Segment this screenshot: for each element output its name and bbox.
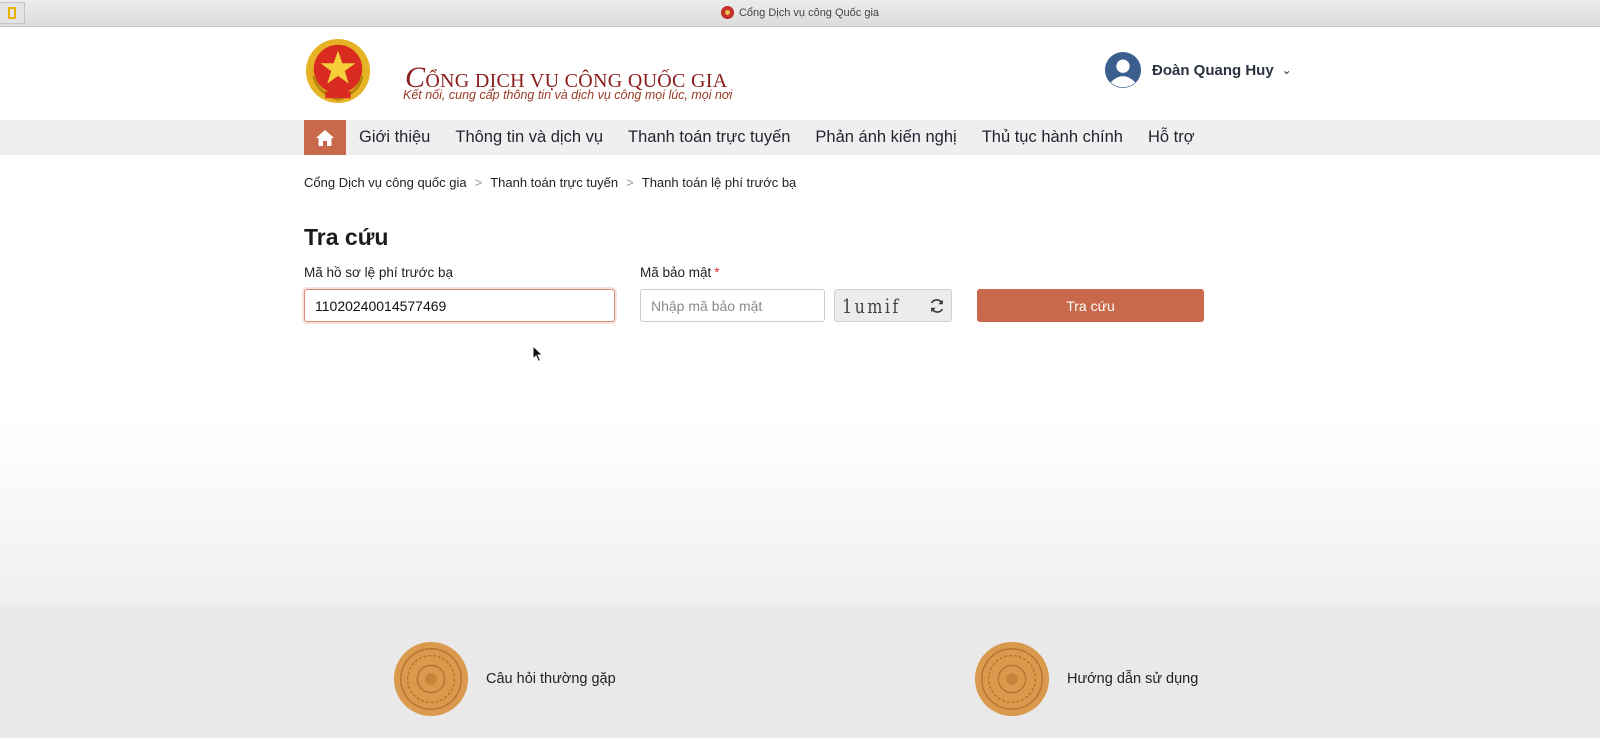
faq-link[interactable]: Câu hỏi thường gặp — [392, 640, 616, 718]
nav-item-thong-tin-dich-vu[interactable]: Thông tin và dịch vụ — [455, 128, 603, 147]
nav-item-thu-tuc[interactable]: Thủ tục hành chính — [982, 128, 1123, 147]
site-tagline: Kết nối, cung cấp thông tin và dịch vụ c… — [403, 88, 733, 102]
site-footer: Câu hỏi thường gặp Hướng dẫn sử dụng — [0, 607, 1600, 738]
nav-item-thanh-toan[interactable]: Thanh toán trực tuyến — [628, 128, 790, 147]
captcha-label-text: Mã bảo mật — [640, 265, 712, 280]
site-header: CỔNG DỊCH VỤ CÔNG QUỐC GIA Kết nối, cung… — [0, 27, 1600, 120]
window-title-text: Cổng Dịch vụ công Quốc gia — [738, 6, 880, 19]
background-fade — [0, 420, 1600, 607]
drum-medallion-icon — [974, 641, 1050, 717]
user-name: Đoàn Quang Huy — [1152, 61, 1274, 79]
captcha-input[interactable] — [640, 289, 825, 322]
refresh-icon[interactable] — [928, 297, 946, 315]
breadcrumb-separator: > — [626, 175, 634, 190]
record-code-input[interactable] — [304, 289, 615, 322]
breadcrumb-separator: > — [474, 175, 483, 190]
main-nav: Giới thiệu Thông tin và dịch vụ Thanh to… — [0, 120, 1600, 155]
nav-item-phan-anh[interactable]: Phản ánh kiến nghị — [815, 128, 956, 147]
nav-item-ho-tro[interactable]: Hỗ trợ — [1148, 128, 1195, 147]
drum-medallion-icon — [393, 641, 469, 717]
captcha-image: 1umif — [834, 289, 952, 322]
page-title: Tra cứu — [304, 224, 389, 250]
breadcrumb-item-payment[interactable]: Thanh toán trực tuyến — [490, 175, 618, 190]
faq-label: Câu hỏi thường gặp — [486, 671, 616, 687]
captcha-image-text: 1umif — [842, 294, 901, 318]
browser-title-bar: Cổng Dịch vụ công Quốc gia — [0, 0, 1600, 27]
mouse-cursor-icon — [532, 345, 544, 363]
breadcrumb: Cổng Dịch vụ công quốc gia > Thanh toán … — [304, 175, 796, 190]
home-button[interactable] — [304, 120, 346, 155]
captcha-label: Mã bảo mật * — [640, 265, 720, 280]
search-button[interactable]: Tra cứu — [977, 289, 1204, 322]
record-code-label: Mã hồ sơ lệ phí trước bạ — [304, 265, 453, 280]
user-guide-link[interactable]: Hướng dẫn sử dụng — [973, 640, 1198, 718]
chevron-down-icon: ⌄ — [1281, 63, 1292, 77]
national-emblem-icon[interactable] — [304, 37, 372, 105]
home-icon — [316, 129, 334, 146]
site-favicon-icon — [720, 6, 734, 19]
required-mark: * — [714, 265, 720, 280]
record-code-label-text: Mã hồ sơ lệ phí trước bạ — [304, 265, 454, 280]
user-guide-label: Hướng dẫn sử dụng — [1067, 671, 1199, 687]
breadcrumb-item-home[interactable]: Cổng Dịch vụ công quốc gia — [304, 175, 467, 190]
user-avatar-icon — [1104, 51, 1142, 89]
window-title: Cổng Dịch vụ công Quốc gia — [0, 6, 1600, 19]
nav-item-gioi-thieu[interactable]: Giới thiệu — [359, 128, 430, 147]
user-menu[interactable]: Đoàn Quang Huy ⌄ — [1104, 51, 1292, 89]
breadcrumb-item-current: Thanh toán lệ phí trước bạ — [641, 175, 797, 190]
